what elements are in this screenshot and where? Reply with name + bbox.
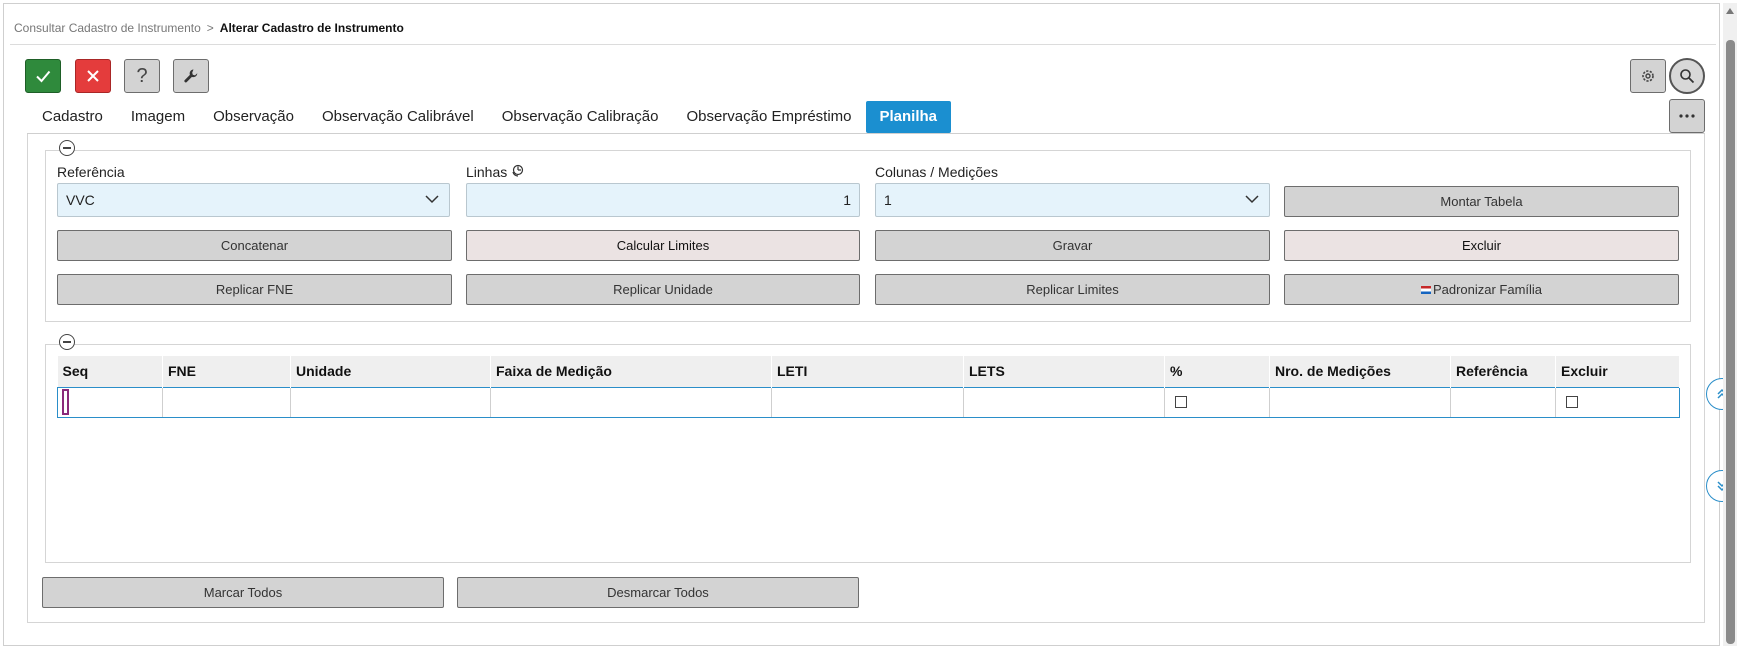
help-button[interactable]: ? (124, 59, 160, 93)
tab-divider (27, 133, 1705, 134)
wrench-icon (184, 69, 198, 83)
cell-fne[interactable] (162, 386, 291, 418)
col-faixa-header[interactable]: Faixa de Medição (490, 356, 772, 387)
chevron-down-icon (1245, 195, 1259, 204)
breadcrumb-divider (10, 44, 1716, 45)
cell-seq[interactable] (57, 386, 163, 418)
help-icon: ? (136, 64, 148, 87)
marcar-todos-button[interactable]: Marcar Todos (42, 577, 444, 608)
padronizar-familia-label: Padronizar Família (1432, 282, 1543, 297)
tools-button[interactable] (173, 59, 209, 93)
col-fne-header[interactable]: FNE (162, 356, 291, 387)
flag-icon (1420, 285, 1431, 294)
padronizar-familia-button[interactable]: Padronizar Família (1284, 274, 1679, 305)
tab-observacao-calibravel[interactable]: Observação Calibrável (308, 101, 488, 133)
tab-observacao-calibracao[interactable]: Observação Calibração (488, 101, 673, 133)
concatenar-button[interactable]: Concatenar (57, 230, 452, 261)
grid-header-row: Seq FNE Unidade Faixa de Medição LETI LE… (57, 356, 1680, 387)
replicar-unidade-button[interactable]: Replicar Unidade (466, 274, 860, 305)
tab-planilha[interactable]: Planilha (865, 101, 952, 133)
gear-icon (1642, 70, 1654, 82)
col-unidade-header[interactable]: Unidade (290, 356, 491, 387)
cell-excluir (1555, 386, 1680, 418)
col-excluir-header[interactable]: Excluir (1555, 356, 1680, 387)
search-button[interactable] (1669, 58, 1705, 94)
table-row[interactable] (57, 386, 1680, 418)
settings-button[interactable] (1630, 59, 1666, 93)
scrollbar-thumb[interactable] (1726, 40, 1735, 644)
ellipsis-icon (1679, 114, 1695, 118)
cell-lets[interactable] (963, 386, 1165, 418)
tab-observacao-emprestimo[interactable]: Observação Empréstimo (672, 101, 865, 133)
cell-nro-medicoes[interactable] (1269, 386, 1451, 418)
percent-checkbox[interactable] (1175, 395, 1187, 408)
col-leti-header[interactable]: LETI (771, 356, 964, 387)
desmarcar-todos-button[interactable]: Desmarcar Todos (457, 577, 859, 608)
search-icon (1680, 69, 1695, 84)
referencia-select[interactable]: VVC (57, 183, 450, 217)
cell-referencia[interactable] (1450, 386, 1556, 418)
col-seq-header[interactable]: Seq (57, 356, 163, 387)
more-options-button[interactable] (1669, 99, 1705, 133)
col-lets-header[interactable]: LETS (963, 356, 1165, 387)
replicar-limites-button[interactable]: Replicar Limites (875, 274, 1270, 305)
montar-tabela-button[interactable]: Montar Tabela (1284, 186, 1679, 217)
tab-bar: Cadastro Imagem Observação Observação Ca… (28, 101, 952, 133)
excluir-checkbox[interactable] (1566, 395, 1578, 408)
copy-icon[interactable] (511, 164, 524, 177)
check-icon (36, 70, 51, 83)
close-icon (87, 70, 99, 82)
tab-imagem[interactable]: Imagem (117, 101, 199, 133)
cell-unidade[interactable] (290, 386, 491, 418)
breadcrumb-separator: > (206, 21, 214, 35)
cell-faixa[interactable] (490, 386, 772, 418)
linhas-input[interactable]: 1 (466, 183, 860, 217)
chevron-down-icon (425, 195, 439, 204)
col-percent-header[interactable]: % (1164, 356, 1270, 387)
colunas-value: 1 (884, 192, 892, 208)
collapse-form-button[interactable] (59, 140, 75, 156)
colunas-label: Colunas / Medições (875, 164, 998, 180)
text-cursor (62, 389, 69, 415)
col-referencia-header[interactable]: Referência (1450, 356, 1556, 387)
collapse-grid-button[interactable] (59, 334, 75, 350)
excluir-button[interactable]: Excluir (1284, 230, 1679, 261)
cell-percent (1164, 386, 1270, 418)
referencia-value: VVC (66, 192, 95, 208)
confirm-button[interactable] (25, 59, 61, 93)
linhas-label-wrap: Linhas (466, 164, 524, 180)
cancel-button[interactable] (75, 59, 111, 93)
cell-leti[interactable] (771, 386, 964, 418)
data-grid: Seq FNE Unidade Faixa de Medição LETI LE… (57, 356, 1680, 418)
replicar-fne-button[interactable]: Replicar FNE (57, 274, 452, 305)
referencia-label: Referência (57, 164, 125, 180)
gravar-button[interactable]: Gravar (875, 230, 1270, 261)
tab-cadastro[interactable]: Cadastro (28, 101, 117, 133)
breadcrumb-parent[interactable]: Consultar Cadastro de Instrumento (14, 21, 201, 35)
col-nro-medicoes-header[interactable]: Nro. de Medições (1269, 356, 1451, 387)
tab-observacao[interactable]: Observação (199, 101, 308, 133)
calcular-limites-button[interactable]: Calcular Limites (466, 230, 860, 261)
breadcrumb-current: Alterar Cadastro de Instrumento (219, 21, 404, 35)
scroll-up-arrow-icon[interactable] (1724, 5, 1736, 17)
breadcrumb: Consultar Cadastro de Instrumento > Altera… (14, 21, 404, 35)
linhas-label: Linhas (466, 164, 508, 180)
colunas-select[interactable]: 1 (875, 183, 1270, 217)
